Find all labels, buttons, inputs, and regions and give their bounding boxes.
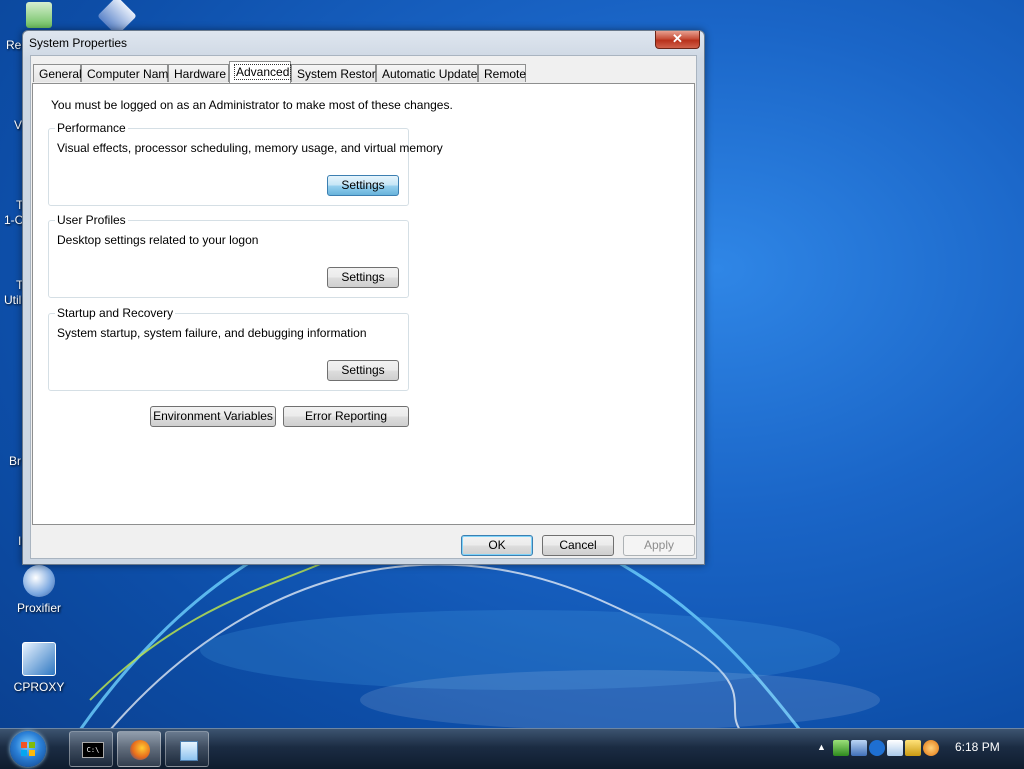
tab-computer-name[interactable]: Computer Name (81, 64, 175, 82)
ccleaner-tray-icon[interactable] (869, 740, 885, 756)
desktop-label-partial: I (18, 534, 22, 548)
admin-notice: You must be logged on as an Administrato… (51, 98, 453, 112)
taskbar-command-prompt[interactable]: C:\ (69, 731, 113, 767)
cproxy-icon (22, 642, 56, 676)
startup-recovery-description: System startup, system failure, and debu… (57, 326, 367, 340)
error-reporting-button[interactable]: Error Reporting (283, 406, 409, 427)
taskbar-notepad[interactable] (165, 731, 209, 767)
recycle-bin-icon[interactable] (2, 2, 76, 32)
command-prompt-icon: C:\ (82, 742, 104, 758)
tab-general[interactable]: General (33, 64, 82, 82)
startup-recovery-group-title: Startup and Recovery (55, 306, 176, 320)
desktop-label-partial: Util (4, 293, 22, 307)
proxifier-shortcut[interactable]: Proxifier (2, 565, 76, 615)
performance-group: Performance Visual effects, processor sc… (48, 121, 443, 206)
ok-button[interactable]: OK (461, 535, 533, 556)
show-hidden-icons-button[interactable]: ▲ (817, 742, 826, 752)
environment-variables-button[interactable]: Environment Variables (150, 406, 276, 427)
settings-tray-icon[interactable] (887, 740, 903, 756)
users-tray-icon[interactable] (905, 740, 921, 756)
user-profiles-settings-button[interactable]: Settings (327, 267, 399, 288)
tab-advanced[interactable]: Advanced (229, 61, 292, 83)
cproxy-label: CPROXY (13, 680, 65, 694)
notepad-icon (180, 741, 198, 761)
tab-automatic-updates[interactable]: Automatic Updates (376, 64, 483, 82)
tab-hardware[interactable]: Hardware (168, 64, 229, 82)
window-title: System Properties (29, 36, 128, 50)
desktop-label-partial: Br (9, 454, 21, 468)
network-connections-tray-icon[interactable] (851, 740, 867, 756)
proxifier-label: Proxifier (16, 601, 61, 615)
taskbar-firefox[interactable] (117, 731, 161, 767)
proxifier-icon (23, 565, 55, 597)
performance-group-title: Performance (55, 121, 128, 135)
start-button[interactable] (10, 731, 46, 767)
dialog-client-area: General Computer Name Hardware Advanced … (30, 55, 697, 559)
windows-logo-icon (21, 742, 35, 756)
tab-system-restore[interactable]: System Restore (291, 64, 382, 82)
desktop-label-partial: V (14, 118, 23, 132)
cproxy-shortcut[interactable]: CPROXY (2, 642, 76, 694)
desktop-label-partial: Re (6, 38, 22, 52)
network-tray-icon[interactable] (833, 740, 849, 756)
title-bar[interactable]: System Properties ✕ (23, 31, 704, 55)
cancel-button[interactable]: Cancel (542, 535, 614, 556)
performance-description: Visual effects, processor scheduling, me… (57, 141, 443, 155)
startup-recovery-settings-button[interactable]: Settings (327, 360, 399, 381)
update-tray-icon[interactable] (923, 740, 939, 756)
user-profiles-group-title: User Profiles (55, 213, 128, 227)
firefox-icon (130, 740, 150, 760)
system-properties-window: System Properties ✕ General Computer Nam… (22, 30, 705, 565)
taskbar-clock[interactable]: 6:18 PM (955, 740, 1000, 754)
apply-button: Apply (623, 535, 695, 556)
close-button[interactable]: ✕ (655, 31, 700, 49)
close-icon: ✕ (672, 31, 683, 46)
performance-settings-button[interactable]: Settings (327, 175, 399, 196)
tab-remote[interactable]: Remote (478, 64, 526, 82)
desktop-label-partial: 1-C (4, 213, 24, 227)
user-profiles-description: Desktop settings related to your logon (57, 233, 259, 247)
startup-recovery-group: Startup and Recovery System startup, sys… (48, 306, 409, 391)
user-profiles-group: User Profiles Desktop settings related t… (48, 213, 409, 298)
advanced-tab-panel: You must be logged on as an Administrato… (32, 83, 695, 525)
